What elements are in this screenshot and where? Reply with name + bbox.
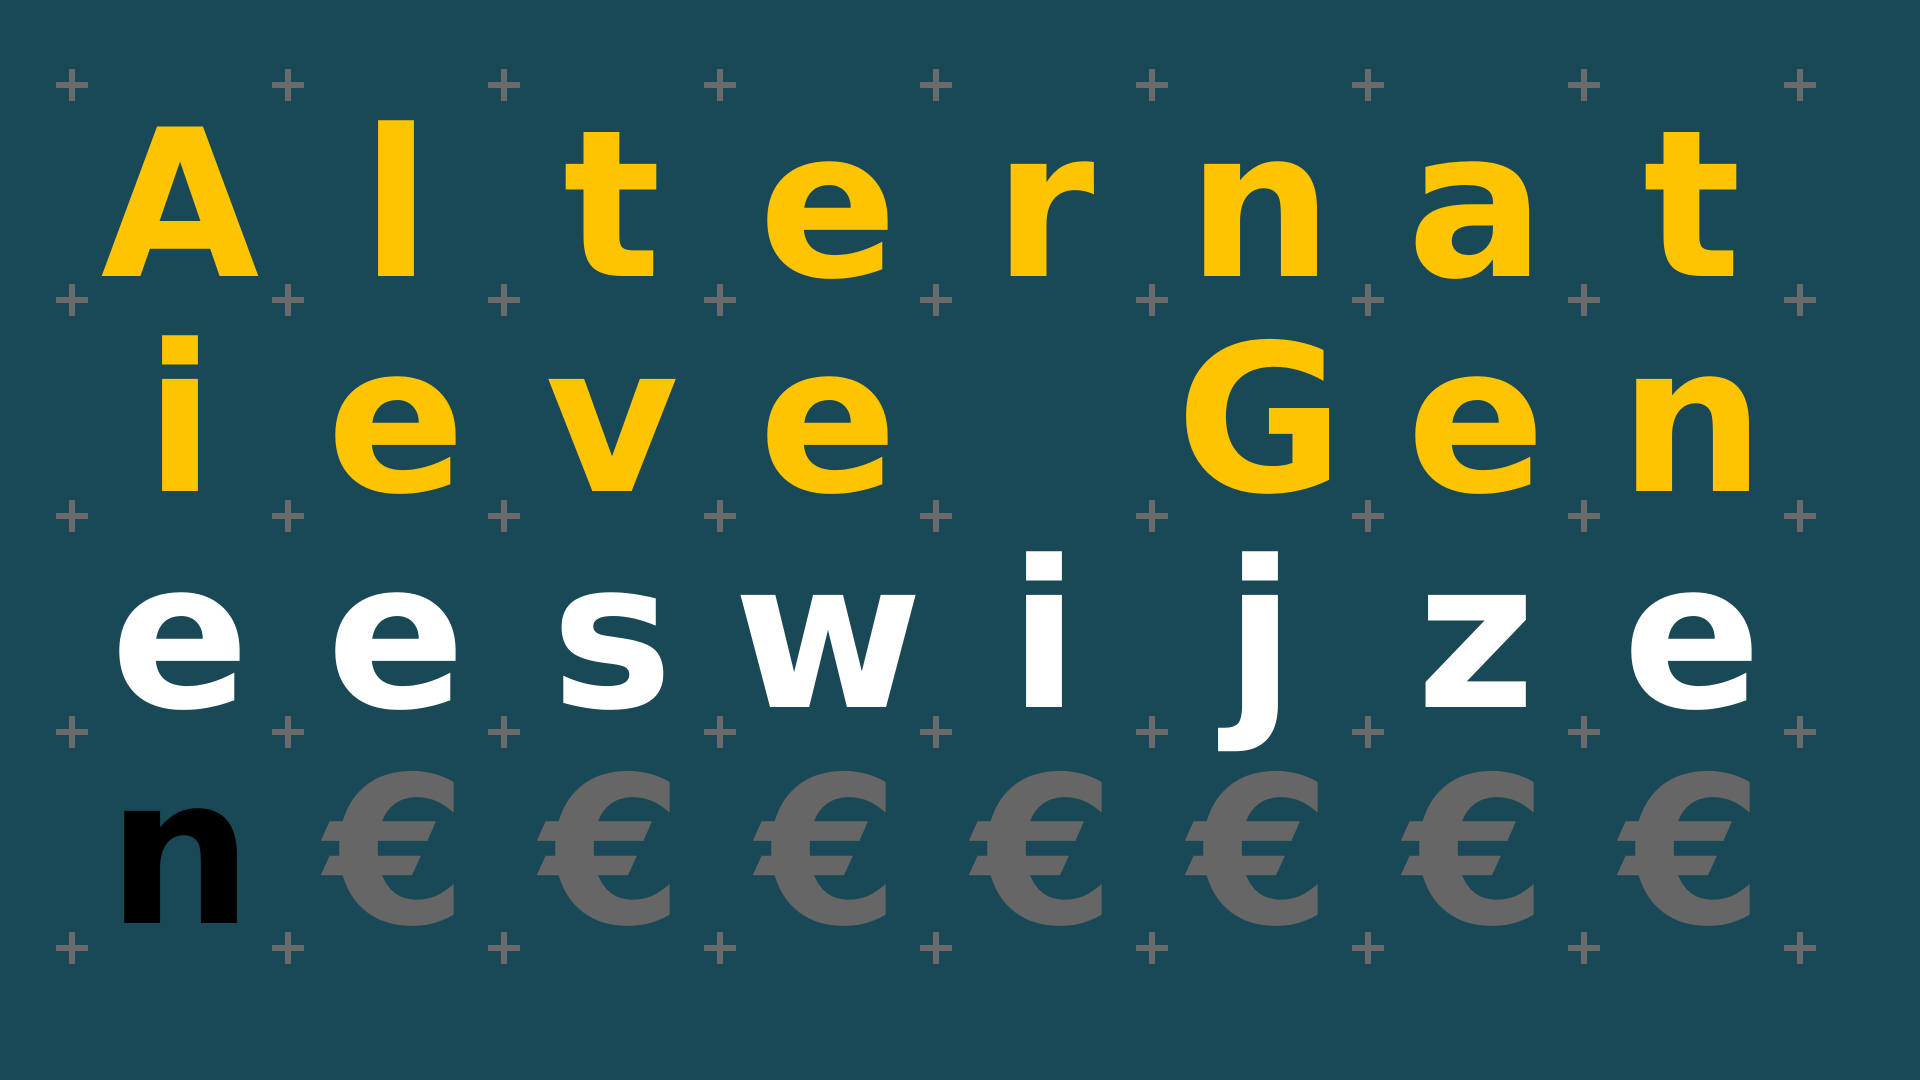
letter-cell: l	[288, 85, 504, 309]
letter-cell: v	[504, 300, 720, 524]
letter-glyph: €	[972, 734, 1116, 972]
letter-cell: €	[504, 732, 720, 956]
letter-cell: €	[720, 732, 936, 956]
letter-glyph: l	[360, 87, 432, 325]
letter-glyph: e	[1622, 518, 1762, 756]
letter-glyph: e	[326, 518, 466, 756]
letter-glyph: t	[1643, 87, 1741, 325]
letter-glyph: €	[1620, 734, 1764, 972]
letter-glyph: €	[540, 734, 684, 972]
letter-glyph: r	[993, 87, 1095, 325]
letter-cell: e	[288, 516, 504, 740]
letter-glyph: z	[1416, 518, 1536, 756]
letter-cell: e	[720, 300, 936, 524]
letter-cell: j	[1152, 516, 1368, 740]
letter-glyph: e	[326, 302, 466, 540]
letter-cell	[936, 300, 1152, 516]
letter-glyph: e	[758, 302, 898, 540]
letter-cell: t	[1584, 85, 1800, 309]
letter-glyph: €	[1188, 734, 1332, 972]
letter-glyph: €	[756, 734, 900, 972]
letter-cell: n	[72, 732, 288, 956]
letter-cell: e	[1368, 300, 1584, 524]
letter-glyph: G	[1175, 302, 1345, 540]
letter-glyph: €	[324, 734, 468, 972]
letter-glyph: v	[545, 302, 679, 540]
letter-glyph: j	[1224, 518, 1296, 756]
letter-cell: e	[288, 300, 504, 524]
letter-cell: w	[720, 516, 936, 740]
letter-glyph: e	[758, 87, 898, 325]
letter-glyph: s	[550, 518, 674, 756]
letter-cell: n	[1584, 300, 1800, 524]
letter-cell: €	[1368, 732, 1584, 956]
letter-glyph: e	[110, 518, 250, 756]
letter-glyph: t	[563, 87, 661, 325]
letter-glyph: i	[144, 302, 216, 540]
letter-glyph: w	[733, 518, 923, 756]
letter-cell: A	[72, 85, 288, 309]
letter-cell: €	[288, 732, 504, 956]
letter-cell: t	[504, 85, 720, 309]
letter-cell: e	[1584, 516, 1800, 740]
letter-cell: z	[1368, 516, 1584, 740]
letter-cell: €	[936, 732, 1152, 956]
letter-glyph: n	[107, 734, 253, 972]
letter-cell: r	[936, 85, 1152, 309]
letter-cell: e	[720, 85, 936, 309]
letter-cell: n	[1152, 85, 1368, 309]
letter-glyph: A	[100, 87, 260, 325]
letter-cell: i	[72, 300, 288, 524]
letter-glyph: €	[1404, 734, 1548, 972]
letter-cell: €	[1152, 732, 1368, 956]
letter-cell: €	[1584, 732, 1800, 956]
letter-glyph: n	[1619, 302, 1765, 540]
letter-glyph: i	[1008, 518, 1080, 756]
letter-cell: i	[936, 516, 1152, 740]
letter-cell: s	[504, 516, 720, 740]
letter-glyph: n	[1187, 87, 1333, 325]
letter-cell: e	[72, 516, 288, 740]
letter-glyph: e	[1406, 302, 1546, 540]
letter-glyph: a	[1406, 87, 1546, 325]
letter-cell: G	[1152, 300, 1368, 524]
letter-cell: a	[1368, 85, 1584, 309]
letter-grid-canvas: Al t e r n a t i e v e Ge n e e s w i j z e n € € € € € € €	[0, 0, 1920, 1080]
